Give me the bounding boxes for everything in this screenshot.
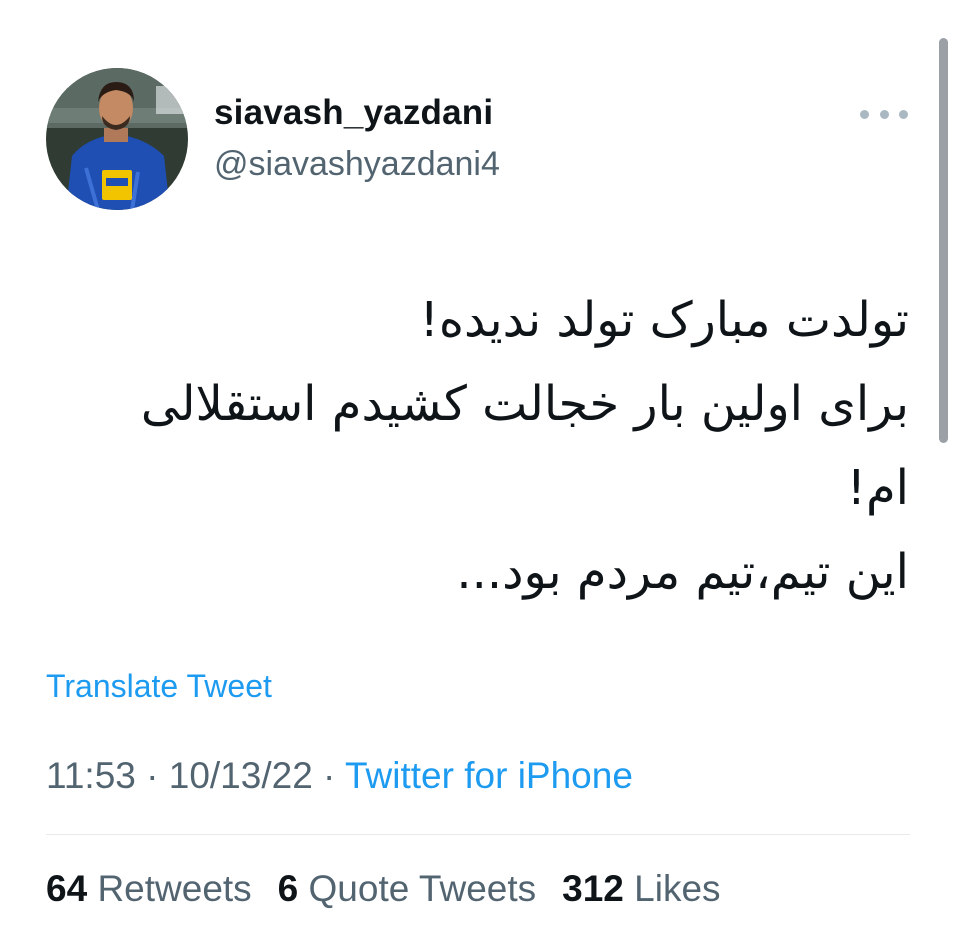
tweet-text-line: این تیم،تیم مردم بود... (456, 544, 909, 600)
tweet-text-line: برای اولین بار خجالت کشیدم استقلالی (140, 376, 909, 432)
tweet-detail-view: siavash_yazdani @siavashyazdani4 تولدت م… (0, 0, 955, 942)
author-display-name[interactable]: siavash_yazdani (214, 93, 493, 133)
retweets-stat[interactable]: 64 Retweets (46, 868, 252, 909)
scrollbar[interactable] (939, 38, 948, 443)
author-handle[interactable]: @siavashyazdani4 (214, 145, 500, 184)
quote-tweets-count: 6 (277, 868, 299, 909)
divider (46, 834, 910, 835)
more-options-button[interactable] (860, 104, 908, 124)
quote-tweets-label: Quote Tweets (308, 868, 537, 909)
quote-tweets-stat[interactable]: 6 Quote Tweets (278, 868, 536, 909)
tweet-text: تولدت مبارک تولد ندیده! برای اولین بار خ… (39, 278, 909, 614)
tweet-source-link[interactable]: Twitter for iPhone (345, 755, 633, 796)
more-horizontal-icon-dot (899, 109, 908, 119)
profile-photo-avatar (46, 68, 188, 210)
avatar[interactable] (46, 68, 188, 210)
translate-tweet-link[interactable]: Translate Tweet (46, 668, 272, 705)
likes-stat[interactable]: 312 Likes (562, 868, 720, 909)
more-horizontal-icon (860, 109, 869, 119)
retweets-label: Retweets (97, 868, 252, 909)
tweet-time[interactable]: 11:53 (46, 755, 136, 796)
meta-separator: · (135, 755, 169, 796)
tweet-text-line: تولدت مبارک تولد ندیده! (419, 292, 909, 348)
tweet-date[interactable]: 10/13/22 (169, 755, 313, 796)
likes-label: Likes (634, 868, 721, 909)
tweet-text-line: ام! (846, 460, 909, 516)
tweet-metadata: 11:53 · 10/13/22 · Twitter for iPhone (46, 755, 633, 797)
retweets-count: 64 (46, 868, 88, 909)
meta-separator: · (312, 755, 345, 796)
more-horizontal-icon-dot (879, 109, 889, 119)
likes-count: 312 (562, 868, 624, 909)
tweet-stats: 64 Retweets 6 Quote Tweets 312 Likes (46, 868, 721, 910)
